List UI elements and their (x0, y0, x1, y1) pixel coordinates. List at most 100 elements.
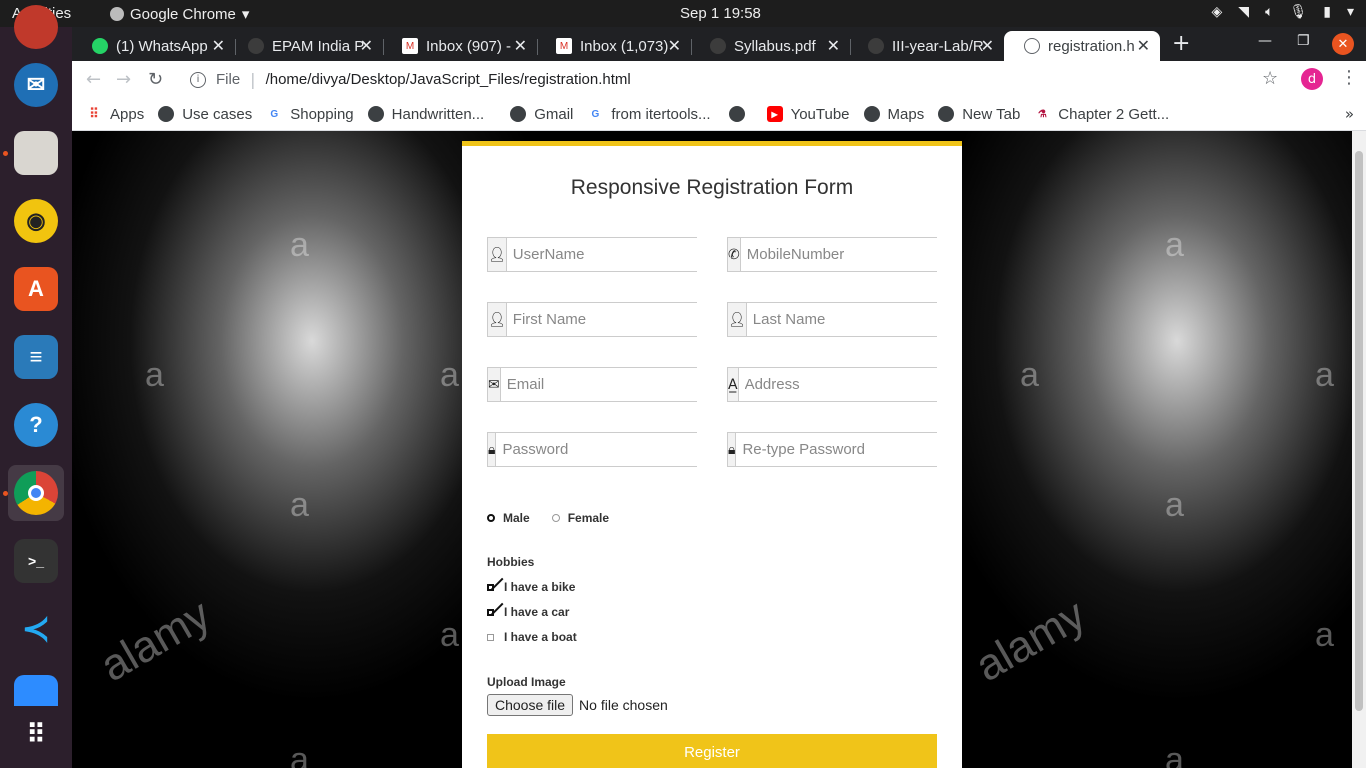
bookmark-itertools[interactable]: Gfrom itertools... (587, 106, 710, 123)
dock-item-terminal[interactable]: >_ (8, 533, 64, 589)
firstname-field[interactable]: 👤︎ (487, 302, 712, 337)
info-icon[interactable]: i (190, 71, 206, 88)
female-label: Female (567, 511, 610, 525)
repassword-field[interactable]: 🔒︎ (727, 432, 942, 467)
bookmark-unnamed[interactable] (728, 106, 753, 122)
reload-button[interactable]: ↻ (148, 69, 163, 90)
url-text[interactable]: /home/divya/Desktop/JavaScript_Files/reg… (266, 71, 631, 88)
dock-item-thunderbird[interactable]: ✉ (8, 57, 64, 113)
dock-item-rhythmbox[interactable]: ◉ (8, 193, 64, 249)
maximize-button[interactable]: ❐ (1297, 33, 1310, 49)
wifi-icon[interactable]: ◥ (1238, 4, 1249, 20)
close-icon[interactable]: ✕ (514, 36, 527, 56)
email-field[interactable]: ✉ (487, 367, 706, 402)
battery-icon[interactable]: ▮ (1323, 4, 1331, 20)
dock-item-vscode[interactable]: ≺ (8, 601, 64, 657)
tab-github[interactable]: III-year-Lab/R ✕ (848, 31, 1004, 61)
back-button[interactable]: ← (86, 69, 101, 90)
close-icon[interactable]: ✕ (981, 36, 994, 56)
volume-icon[interactable]: 🔈︎ (1265, 4, 1273, 20)
minimize-button[interactable]: — (1258, 33, 1272, 49)
mobile-input[interactable] (740, 238, 946, 271)
choose-file-button[interactable]: Choose file (487, 694, 574, 716)
close-icon[interactable]: ✕ (360, 36, 373, 56)
email-input[interactable] (500, 368, 706, 401)
bookmark-handwritten[interactable]: Handwritten... (367, 106, 484, 123)
dock-item-software[interactable]: A (8, 261, 64, 317)
address-bar[interactable]: i File | /home/divya/Desktop/JavaScript_… (182, 64, 1302, 95)
bookmark-youtube[interactable]: ▶ YouTube (766, 106, 850, 123)
clock[interactable]: Sep 1 19:58 (680, 5, 761, 22)
address-input[interactable] (738, 368, 944, 401)
scrollbar-thumb[interactable] (1355, 151, 1363, 711)
dock: ✉ ◉ A ≡ ? >_ ≺ ⠿ (0, 5, 72, 768)
watermark: a (145, 356, 164, 394)
address-field[interactable]: A̲ (727, 367, 944, 402)
system-tray[interactable]: ◈ ◥ 🔈︎ 🎙︎ ▮ ▾ (1212, 4, 1355, 20)
bookmark-use-cases[interactable]: Use cases (158, 106, 252, 123)
password-field[interactable]: 🔒︎ (487, 432, 702, 467)
bookmark-gmail[interactable]: Gmail (510, 106, 573, 123)
globe-icon (938, 106, 955, 122)
car-checkbox[interactable] (487, 608, 494, 616)
tab-registration[interactable]: registration.h ✕ (1004, 31, 1160, 61)
lastname-field[interactable]: 👤︎ (727, 302, 952, 337)
bookmark-shopping[interactable]: G Shopping (266, 106, 353, 123)
lastname-input[interactable] (746, 303, 952, 336)
tab-epam[interactable]: EPAM India P ✕ (228, 31, 383, 61)
watermark: a (290, 226, 309, 264)
bookmark-star-icon[interactable]: ☆ (1262, 68, 1278, 89)
close-window-button[interactable]: ✕ (1332, 33, 1354, 55)
female-radio[interactable] (551, 514, 560, 522)
dock-item-files[interactable] (8, 125, 64, 181)
username-field[interactable]: 👤︎ (487, 237, 712, 272)
close-icon[interactable]: ✕ (827, 36, 840, 56)
boat-checkbox[interactable] (487, 633, 494, 641)
power-menu-icon[interactable]: ▾ (1347, 4, 1354, 20)
gender-radio-group: Male Female (487, 511, 609, 525)
close-icon[interactable]: ✕ (668, 36, 681, 56)
page-scrollbar[interactable] (1352, 131, 1366, 768)
bookmarks-bar: ⠿ Apps Use cases G Shopping Handwritten...… (72, 98, 1366, 131)
extension-icon[interactable]: ◈ (1212, 4, 1223, 20)
close-icon[interactable]: ✕ (212, 36, 225, 56)
bookmark-new-tab[interactable]: New Tab (938, 106, 1020, 123)
dock-item-help[interactable]: ? (8, 397, 64, 453)
dock-item-chrome[interactable] (8, 465, 64, 521)
repassword-input[interactable] (736, 433, 942, 466)
browser-toolbar: ← → ↻ i File | /home/divya/Desktop/JavaS… (72, 61, 1366, 98)
bookmark-maps[interactable]: Maps (863, 106, 924, 123)
tab-whatsapp[interactable]: (1) WhatsApp ✕ (72, 31, 235, 61)
boat-label: I have a boat (504, 630, 577, 644)
close-icon[interactable]: ✕ (1137, 36, 1150, 56)
app-menu[interactable]: Google Chrome ▾ (110, 5, 249, 23)
profile-avatar[interactable]: d (1301, 68, 1323, 90)
tab-inbox-1073[interactable]: M Inbox (1,073) ✕ (536, 31, 691, 61)
bookmarks-overflow-icon[interactable]: » (1345, 105, 1354, 123)
kebab-menu-icon[interactable]: ⋮ (1340, 67, 1358, 88)
tab-inbox-907[interactable]: M Inbox (907) - ✕ (382, 31, 537, 61)
new-tab-button[interactable]: + (1172, 31, 1190, 56)
bookmark-label: Use cases (182, 105, 253, 123)
mobile-field[interactable]: ✆ (727, 237, 946, 272)
bookmark-apps[interactable]: ⠿ Apps (86, 106, 144, 123)
microphone-icon[interactable]: 🎙︎ (1289, 4, 1307, 20)
watermark: a (1165, 741, 1184, 768)
bike-checkbox[interactable] (487, 583, 494, 591)
password-input[interactable] (496, 433, 702, 466)
whatsapp-icon (92, 38, 108, 54)
bookmark-chapter-2[interactable]: ⚗ Chapter 2 Gett... (1034, 106, 1169, 123)
firstname-input[interactable] (506, 303, 712, 336)
dock-item-app[interactable] (8, 0, 64, 55)
watermark: a (1165, 486, 1184, 524)
forward-button[interactable]: → (116, 69, 131, 90)
tab-title: Inbox (907) - (426, 37, 512, 55)
tab-syllabus[interactable]: Syllabus.pdf ✕ (690, 31, 850, 61)
dock-item-writer[interactable]: ≡ (8, 329, 64, 385)
male-label: Male (503, 511, 530, 525)
male-radio[interactable] (487, 514, 495, 522)
username-input[interactable] (506, 238, 712, 271)
show-applications-button[interactable]: ⠿ (8, 706, 64, 762)
register-button[interactable]: Register (487, 734, 937, 768)
bike-label: I have a bike (504, 580, 576, 594)
